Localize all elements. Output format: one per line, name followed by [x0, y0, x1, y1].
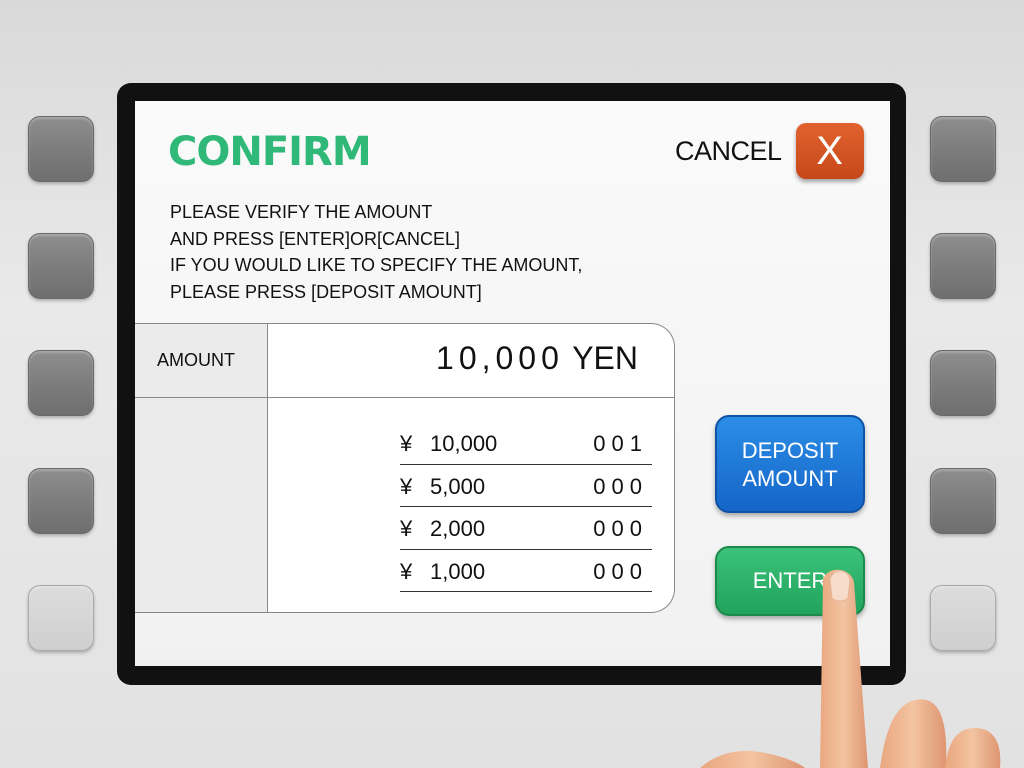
denomination-value: 2,000 [430, 516, 486, 541]
left-side-key-4[interactable] [28, 468, 94, 534]
amount-number: 10,000 [436, 340, 564, 376]
cancel-group: CANCEL X [675, 123, 864, 179]
right-side-key-3[interactable] [930, 350, 996, 416]
denomination-count: 001 [593, 431, 648, 456]
instruction-line: PLEASE PRESS [DEPOSIT AMOUNT] [170, 281, 482, 302]
right-side-key-4[interactable] [930, 468, 996, 534]
amount-label: AMOUNT [157, 350, 235, 370]
yen-symbol: ¥ [400, 431, 413, 456]
yen-symbol: ¥ [400, 473, 413, 499]
enter-label: ENTER [752, 568, 828, 593]
denomination-row: ¥ 10,000 001 [400, 422, 652, 465]
left-side-key-5[interactable] [28, 585, 94, 651]
enter-button[interactable]: ENTER [715, 546, 865, 616]
right-side-key-2[interactable] [930, 233, 996, 299]
cancel-label: CANCEL [675, 135, 782, 166]
denomination-count: 000 [593, 516, 648, 541]
instructions: PLEASE VERIFY THE AMOUNT AND PRESS [ENTE… [170, 199, 582, 305]
yen-symbol: ¥ [400, 558, 413, 584]
instruction-line: IF YOU WOULD LIKE TO SPECIFY THE AMOUNT, [170, 255, 583, 275]
deposit-amount-label-line2: AMOUNT [742, 466, 838, 491]
page-title: CONFIRM [168, 129, 372, 175]
right-side-key-1[interactable] [930, 116, 996, 182]
deposit-amount-button[interactable]: DEPOSIT AMOUNT [715, 415, 865, 513]
left-side-key-3[interactable] [28, 350, 94, 416]
row-divider [135, 397, 674, 398]
denomination-value: 5,000 [430, 473, 486, 499]
instruction-line: PLEASE VERIFY THE AMOUNT [170, 202, 433, 222]
denomination-count: 000 [593, 558, 648, 584]
denomination-value: 1,000 [430, 558, 486, 584]
right-side-key-5[interactable] [930, 585, 996, 651]
left-side-key-2[interactable] [28, 233, 94, 299]
yen-symbol: ¥ [400, 516, 413, 541]
amount-panel: AMOUNT 10,000 YEN ¥ 10,000 001 ¥ 5,000 0… [135, 323, 675, 613]
denomination-row: ¥ 5,000 000 [400, 465, 652, 507]
amount-unit: YEN [572, 340, 638, 376]
cancel-button[interactable]: X [795, 123, 864, 179]
left-side-key-1[interactable] [28, 116, 94, 182]
instruction-line: AND PRESS [ENTER]OR[CANCEL] [170, 228, 461, 249]
atm-screen: CONFIRM CANCEL X PLEASE VERIFY THE AMOUN… [135, 101, 890, 666]
amount-value: 10,000 YEN [436, 340, 638, 377]
denomination-row: ¥ 1,000 000 [400, 550, 652, 592]
denomination-row: ¥ 2,000 000 [400, 507, 652, 550]
denomination-value: 10,000 [430, 431, 498, 456]
close-icon: X [816, 128, 843, 173]
denomination-count: 000 [593, 473, 648, 499]
denomination-list: ¥ 10,000 001 ¥ 5,000 000 ¥ 2,000 000 ¥ 1… [400, 422, 652, 592]
deposit-amount-label-line1: DEPOSIT [741, 438, 839, 463]
